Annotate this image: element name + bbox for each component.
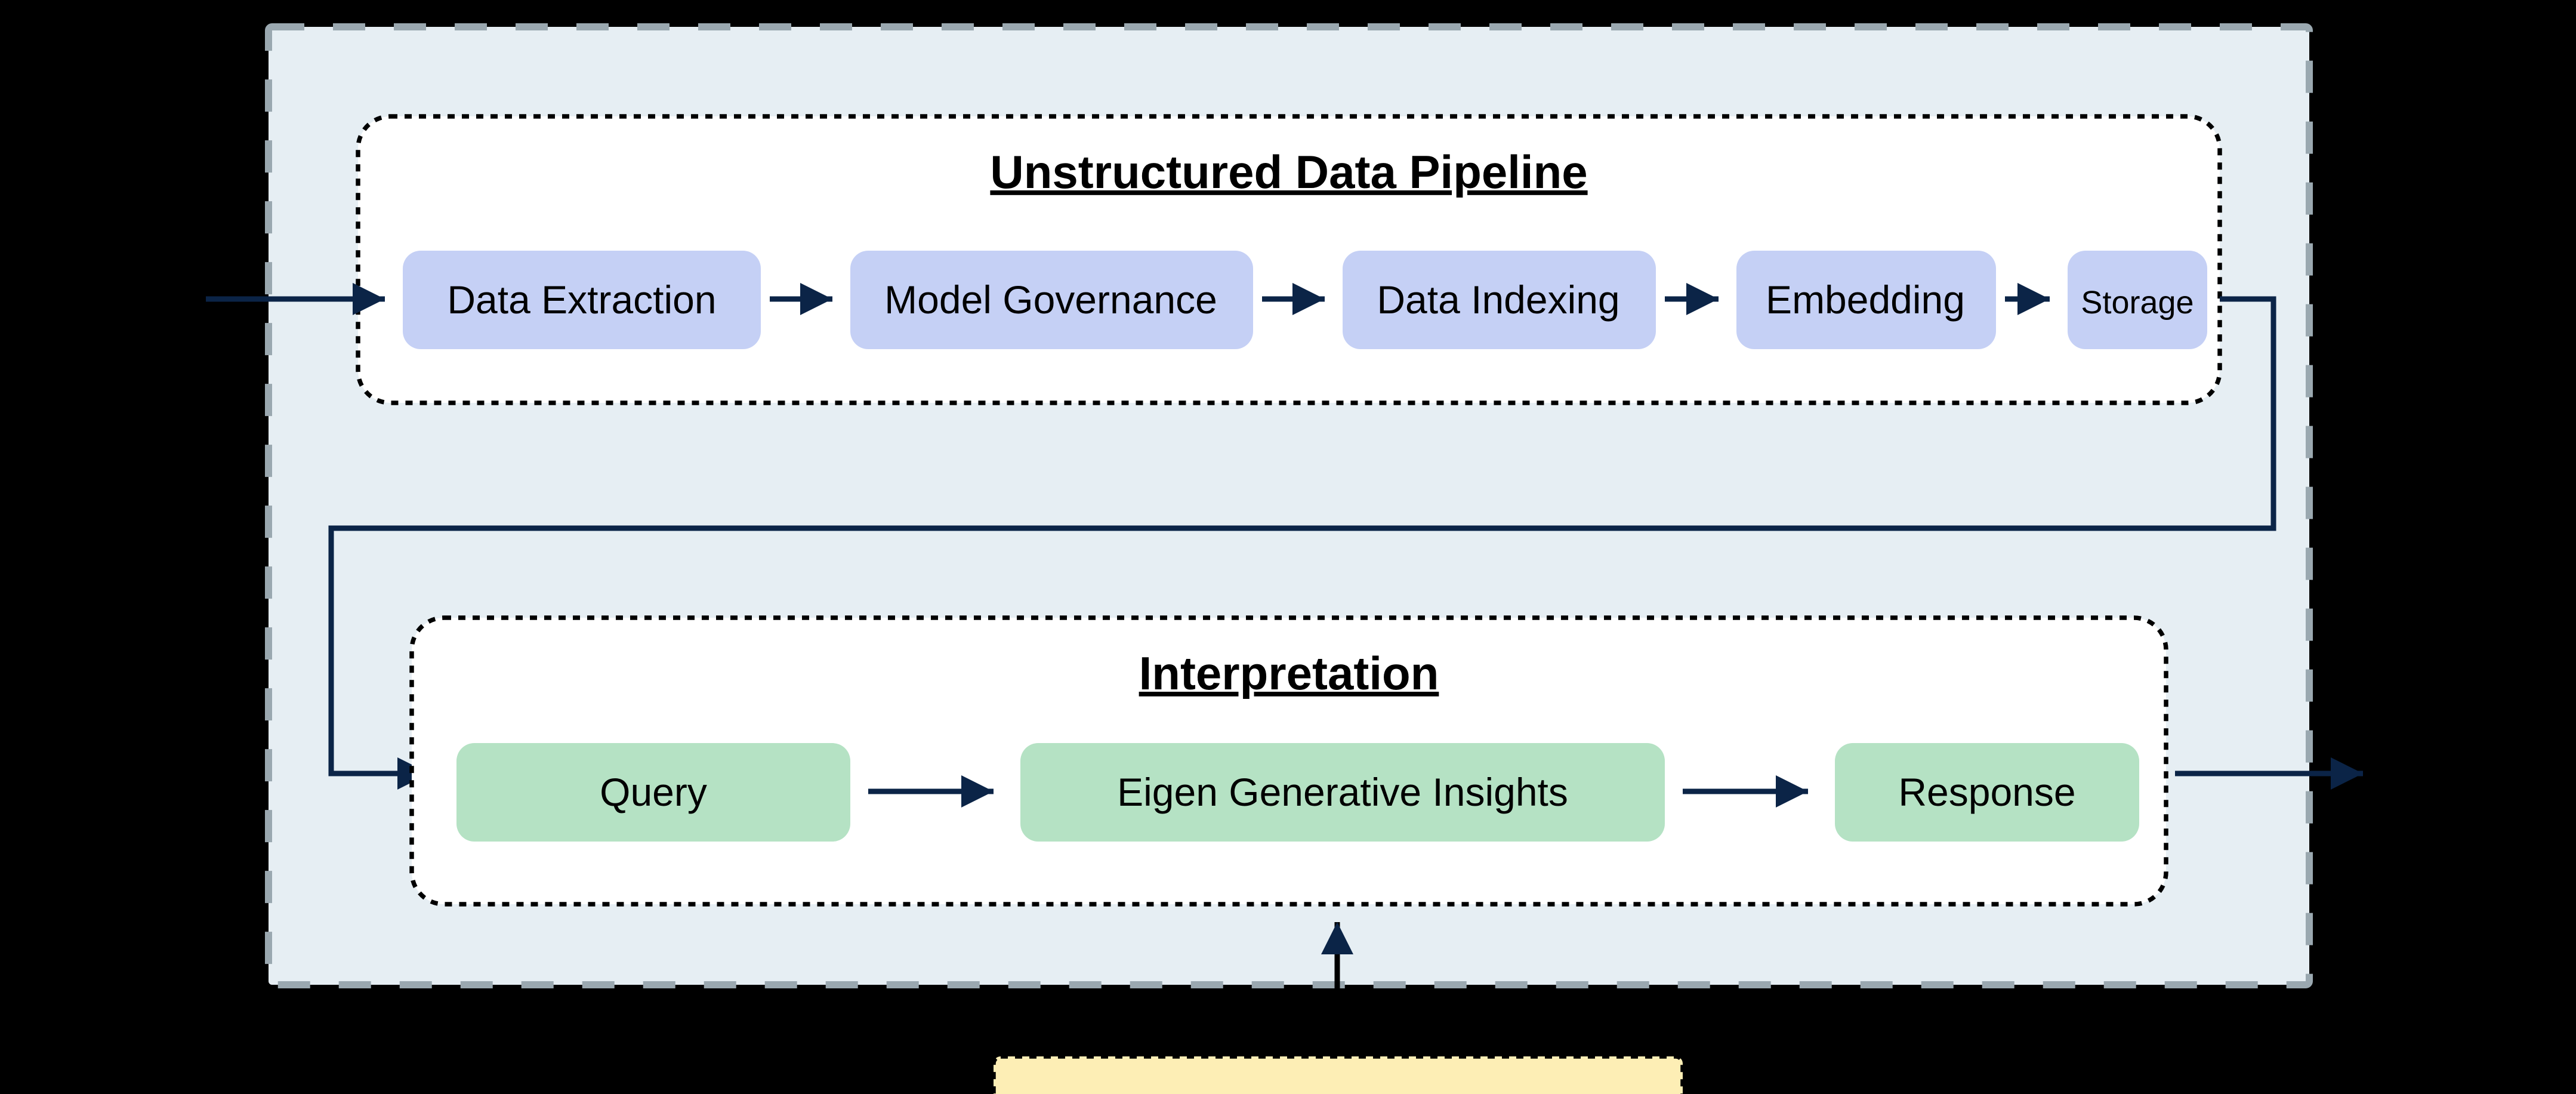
interpretation-step-query: Query: [456, 743, 850, 842]
pipeline-step-model-governance: Model Governance: [850, 251, 1253, 349]
svg-text:Embedding: Embedding: [1766, 278, 1965, 322]
interpretation-step-eigen-insights: Eigen Generative Insights: [1020, 743, 1665, 842]
interpretation-step-response: Response: [1835, 743, 2139, 842]
svg-text:Storage: Storage: [2081, 285, 2194, 321]
pipeline-title: Unstructured Data Pipeline: [990, 146, 1587, 198]
svg-text:Query: Query: [600, 770, 707, 814]
diagram-canvas: Unstructured Data Pipeline Data Extracti…: [0, 0, 2576, 1094]
svg-text:Data Extraction: Data Extraction: [447, 278, 716, 322]
pipeline-step-data-indexing: Data Indexing: [1343, 251, 1656, 349]
svg-text:Data Indexing: Data Indexing: [1377, 278, 1619, 322]
svg-text:Response: Response: [1898, 770, 2075, 814]
pipeline-step-storage: Storage: [2068, 251, 2207, 349]
svg-text:Eigen Generative Insights: Eigen Generative Insights: [1117, 770, 1568, 814]
pipeline-step-data-extraction: Data Extraction: [403, 251, 761, 349]
svg-text:Model Governance: Model Governance: [884, 278, 1217, 322]
llm-title: LLM: [1289, 1086, 1385, 1094]
pipeline-step-embedding: Embedding: [1736, 251, 1996, 349]
interpretation-title: Interpretation: [1139, 647, 1439, 699]
